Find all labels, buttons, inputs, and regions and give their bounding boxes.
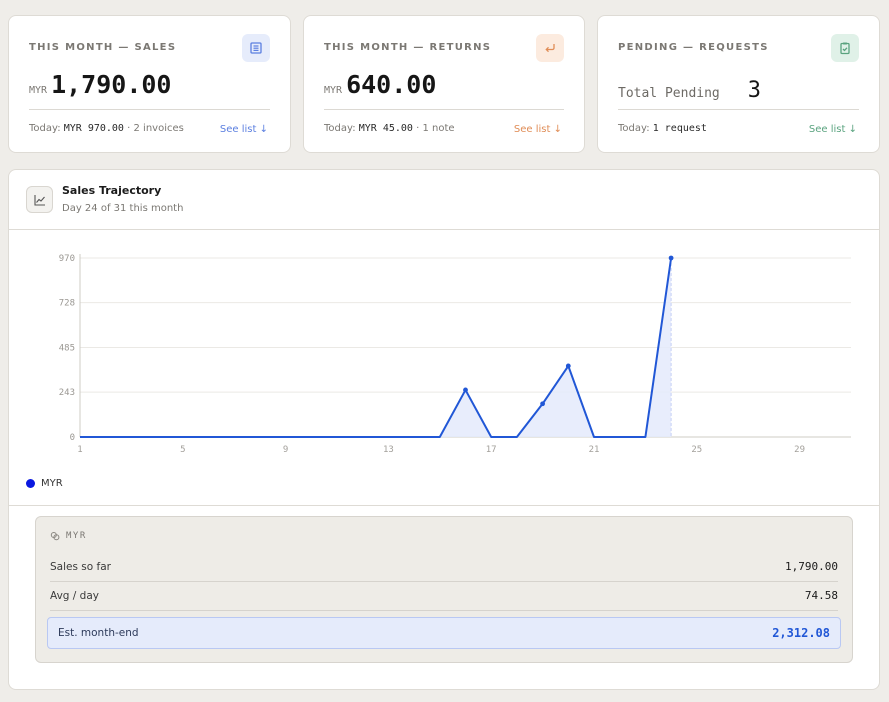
returns-see-list-link[interactable]: See list ↓ bbox=[514, 124, 562, 135]
return-arrow-icon bbox=[536, 34, 564, 62]
y-tick-label: 970 bbox=[59, 254, 75, 264]
summary-value: 1,790.00 bbox=[785, 560, 838, 573]
x-tick-label: 25 bbox=[691, 445, 702, 455]
x-tick-label: 17 bbox=[486, 445, 497, 455]
returns-card: THIS MONTH — RETURNS MYR 640.00 Today: M… bbox=[303, 15, 585, 153]
today-count: · 1 note bbox=[416, 123, 455, 134]
coins-icon bbox=[50, 532, 60, 541]
today-label: Today: bbox=[618, 123, 650, 134]
x-tick-label: 21 bbox=[589, 445, 600, 455]
data-point bbox=[668, 255, 674, 261]
sales-see-list-link[interactable]: See list ↓ bbox=[220, 124, 268, 135]
chart-title: Sales Trajectory bbox=[62, 184, 162, 197]
trend-chart-icon bbox=[26, 186, 53, 213]
y-tick-label: 0 bbox=[70, 433, 75, 443]
summary-value: 74.58 bbox=[804, 589, 838, 602]
summary-label: Avg / day bbox=[50, 589, 99, 602]
returns-amount: 640.00 bbox=[346, 70, 437, 99]
estimate-value: 2,312.08 bbox=[772, 626, 830, 640]
chart-legend[interactable]: MYR bbox=[26, 478, 63, 489]
summary-heading: MYR bbox=[50, 531, 87, 541]
returns-card-value: MYR 640.00 bbox=[324, 70, 436, 99]
data-point bbox=[565, 363, 571, 369]
sales-card-value: MYR 1,790.00 bbox=[29, 70, 171, 99]
today-amount: MYR 970.00 bbox=[63, 123, 124, 134]
y-tick-label: 243 bbox=[59, 388, 75, 398]
sales-chart: 0 243 485 728 970 1 5 9 13 17 21 25 29 bbox=[59, 254, 851, 455]
x-tick-label: 13 bbox=[383, 445, 394, 455]
summary-currency: MYR bbox=[66, 531, 87, 541]
pending-card: PENDING — REQUESTS Total Pending 3 Today… bbox=[597, 15, 880, 153]
y-tick-label: 485 bbox=[59, 344, 75, 354]
chart-header: Sales Trajectory Day 24 of 31 this month bbox=[9, 170, 879, 230]
sales-trajectory-panel: Sales Trajectory Day 24 of 31 this month… bbox=[8, 169, 880, 690]
legend-label: MYR bbox=[41, 478, 63, 489]
pending-today: Today: 1 request bbox=[618, 123, 707, 134]
x-tick-label: 9 bbox=[283, 445, 288, 455]
divider bbox=[9, 505, 879, 506]
sales-card-label: THIS MONTH — SALES bbox=[29, 42, 177, 53]
summary-label: Sales so far bbox=[50, 560, 111, 573]
divider bbox=[324, 109, 564, 110]
y-tick-label: 728 bbox=[59, 299, 75, 309]
data-point bbox=[463, 387, 468, 393]
sales-today: Today: MYR 970.00 · 2 invoices bbox=[29, 123, 184, 134]
today-amount: MYR 45.00 bbox=[358, 123, 413, 134]
estimate-label: Est. month-end bbox=[58, 627, 139, 639]
returns-card-label: THIS MONTH — RETURNS bbox=[324, 42, 492, 53]
divider bbox=[29, 109, 270, 110]
summary-row-estimate: Est. month-end 2,312.08 bbox=[47, 617, 841, 649]
invoice-icon bbox=[242, 34, 270, 62]
summary-box: MYR Sales so far 1,790.00 Avg / day 74.5… bbox=[35, 516, 853, 663]
legend-swatch bbox=[26, 479, 35, 488]
summary-row-avg: Avg / day 74.58 bbox=[50, 581, 838, 610]
divider bbox=[50, 610, 838, 611]
sales-card: THIS MONTH — SALES MYR 1,790.00 Today: M… bbox=[8, 15, 291, 153]
today-count: · 2 invoices bbox=[127, 123, 184, 134]
divider bbox=[618, 109, 859, 110]
today-label: Today: bbox=[324, 123, 356, 134]
pending-total: Total Pending 3 bbox=[618, 78, 761, 103]
returns-today: Today: MYR 45.00 · 1 note bbox=[324, 123, 455, 134]
chart-subtitle: Day 24 of 31 this month bbox=[62, 203, 184, 214]
pending-see-list-link[interactable]: See list ↓ bbox=[809, 124, 857, 135]
clipboard-check-icon bbox=[831, 34, 859, 62]
today-requests: 1 request bbox=[652, 123, 707, 134]
summary-row-sales: Sales so far 1,790.00 bbox=[50, 552, 838, 581]
sales-currency: MYR bbox=[29, 85, 48, 96]
sales-amount: 1,790.00 bbox=[51, 70, 172, 99]
x-tick-label: 29 bbox=[794, 445, 805, 455]
pending-total-label: Total Pending bbox=[618, 86, 720, 101]
x-tick-label: 5 bbox=[180, 445, 185, 455]
returns-currency: MYR bbox=[324, 85, 343, 96]
today-label: Today: bbox=[29, 123, 61, 134]
data-point bbox=[540, 401, 545, 407]
pending-count: 3 bbox=[747, 78, 761, 103]
x-tick-label: 1 bbox=[77, 445, 82, 455]
pending-card-label: PENDING — REQUESTS bbox=[618, 42, 769, 53]
